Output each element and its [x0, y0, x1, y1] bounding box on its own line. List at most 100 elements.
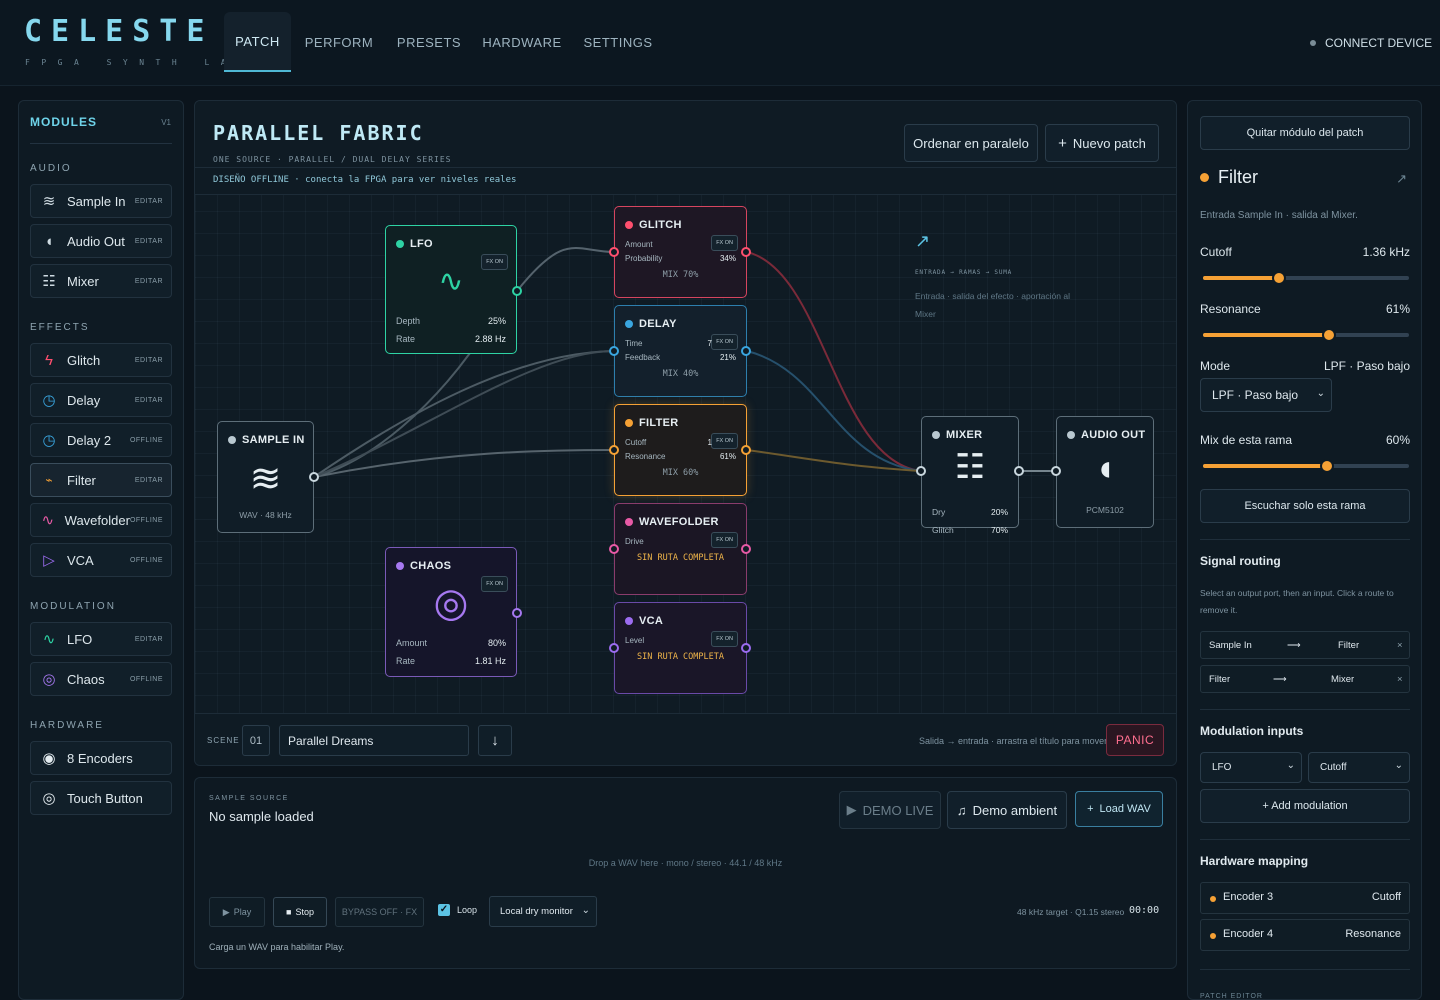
close-icon[interactable]: ×: [1397, 674, 1403, 685]
input-port[interactable]: [609, 643, 619, 653]
load-wav-button[interactable]: + Load WAV: [1075, 791, 1163, 827]
resonance-slider[interactable]: [1203, 328, 1409, 342]
stop-button[interactable]: ■ Stop: [273, 897, 327, 927]
output-port[interactable]: [512, 608, 522, 618]
output-port[interactable]: [512, 286, 522, 296]
sidebar-item-filter[interactable]: ⌁ Filter EDITAR: [30, 463, 172, 497]
param-glitch[interactable]: Glitch 70%: [932, 525, 1008, 535]
branch-mix-slider[interactable]: [1203, 459, 1409, 473]
sidebar-item-lfo[interactable]: ∿ LFO EDITAR: [30, 622, 172, 656]
output-port[interactable]: [741, 247, 751, 257]
delay-node[interactable]: DELAY FX ON Time 7 Feedback 21% MIX 40%: [609, 305, 751, 397]
demo-ambient-button[interactable]: ♫ Demo ambient: [947, 791, 1067, 829]
monitor-select[interactable]: Local dry monitor ⌄: [489, 896, 597, 927]
connect-device-button[interactable]: CONNECT DEVICE: [1310, 34, 1432, 52]
sidebar-item-delay-2[interactable]: ◷ Delay 2 OFFLINE: [30, 423, 172, 457]
wavefolder-node[interactable]: WAVEFOLDER FX ON Drive SIN RUTA COMPLETA: [609, 503, 751, 595]
sample-in-node[interactable]: SAMPLE IN ≋ WAV · 48 kHz: [217, 421, 319, 533]
tab-presets[interactable]: PRESETS: [393, 12, 465, 72]
vca-node[interactable]: VCA FX ON Level SIN RUTA COMPLETA: [609, 602, 751, 694]
node-title[interactable]: MIXER: [932, 429, 982, 441]
remove-module-button[interactable]: Quitar módulo del patch: [1200, 116, 1410, 150]
sidebar-item-sample-in[interactable]: ≋ Sample In EDITAR: [30, 184, 172, 218]
node-title[interactable]: AUDIO OUT: [1067, 429, 1145, 441]
fx-on-badge[interactable]: FX ON: [711, 433, 738, 449]
param-depth[interactable]: Depth 25%: [396, 316, 506, 326]
save-scene-button[interactable]: ↓: [478, 725, 512, 756]
sample-source-panel[interactable]: SAMPLE SOURCE No sample loaded ▶ DEMO LI…: [194, 777, 1177, 969]
param-rate[interactable]: Rate 1.81 Hz: [396, 656, 506, 666]
sidebar-item-8-encoders[interactable]: ◉ 8 Encoders: [30, 741, 172, 775]
new-patch-button[interactable]: + Nuevo patch: [1045, 124, 1159, 162]
route-row[interactable]: Filter ⟶ Mixer ×: [1200, 665, 1410, 693]
tab-settings[interactable]: SETTINGS: [580, 12, 656, 72]
expand-icon[interactable]: ↗: [1396, 171, 1407, 187]
loop-checkbox[interactable]: ✓ Loop: [438, 904, 477, 916]
fx-on-badge[interactable]: FX ON: [711, 235, 738, 251]
input-port[interactable]: [609, 445, 619, 455]
hardware-mapping-row[interactable]: Encoder 3 Cutoff: [1200, 882, 1410, 914]
param-probability[interactable]: Probability 34%: [625, 254, 736, 263]
output-port[interactable]: [741, 445, 751, 455]
param-drive[interactable]: Drive: [625, 537, 736, 546]
node-title[interactable]: CHAOS: [396, 560, 451, 572]
input-port[interactable]: [609, 247, 619, 257]
panic-button[interactable]: PANIC: [1106, 724, 1164, 756]
hardware-mapping-row[interactable]: Encoder 4 Resonance: [1200, 919, 1410, 951]
output-port[interactable]: [741, 643, 751, 653]
param-amount[interactable]: Amount: [625, 240, 706, 249]
scene-number-field[interactable]: 01: [242, 725, 270, 756]
order-parallel-button[interactable]: Ordenar en paralelo: [904, 124, 1038, 162]
output-port[interactable]: [741, 346, 751, 356]
tab-patch[interactable]: PATCH: [224, 12, 291, 72]
output-port[interactable]: [1014, 466, 1024, 476]
tab-perform[interactable]: PERFORM: [303, 12, 375, 72]
param-level[interactable]: Level: [625, 636, 736, 645]
param-dry[interactable]: Dry 20%: [932, 507, 1008, 517]
node-title[interactable]: FILTER: [625, 417, 678, 429]
patch-canvas[interactable]: PARALLEL FABRIC ONE SOURCE · PARALLEL / …: [194, 100, 1177, 766]
slider-handle[interactable]: [1319, 459, 1334, 473]
add-modulation-button[interactable]: + Add modulation: [1200, 789, 1410, 823]
sidebar-item-delay[interactable]: ◷ Delay EDITAR: [30, 383, 172, 417]
sidebar-item-glitch[interactable]: ϟ Glitch EDITAR: [30, 343, 172, 377]
output-port[interactable]: [309, 472, 319, 482]
modulation-target-select[interactable]: Cutoff ⌄: [1308, 752, 1410, 783]
modulation-source-select[interactable]: LFO ⌄: [1200, 752, 1302, 783]
node-title[interactable]: SAMPLE IN: [228, 434, 305, 446]
sidebar-item-mixer[interactable]: ☷ Mixer EDITAR: [30, 264, 172, 298]
chaos-node[interactable]: CHAOS FX ON ◎ Amount 80% Rate 1.81 Hz: [385, 547, 522, 677]
slider-handle[interactable]: [1272, 271, 1287, 285]
scene-name-input[interactable]: Parallel Dreams: [279, 725, 469, 756]
solo-branch-button[interactable]: Escuchar solo esta rama: [1200, 489, 1410, 523]
node-title[interactable]: VCA: [625, 615, 663, 627]
tab-hardware[interactable]: HARDWARE: [482, 12, 562, 72]
param-time[interactable]: Time 7: [625, 339, 712, 348]
slider-handle[interactable]: [1321, 328, 1336, 342]
sidebar-item-touch-button[interactable]: ◎ Touch Button: [30, 781, 172, 815]
param-cutoff[interactable]: Cutoff 1: [625, 438, 712, 447]
param-resonance[interactable]: Resonance 61%: [625, 452, 736, 461]
mode-select[interactable]: LPF · Paso bajo ⌄: [1200, 378, 1332, 412]
node-title[interactable]: DELAY: [625, 318, 677, 330]
play-button[interactable]: ▶ Play: [209, 897, 265, 927]
param-rate[interactable]: Rate 2.88 Hz: [396, 334, 506, 344]
cutoff-slider[interactable]: [1203, 271, 1409, 285]
node-title[interactable]: GLITCH: [625, 219, 682, 231]
sidebar-item-chaos[interactable]: ◎ Chaos OFFLINE: [30, 662, 172, 696]
close-icon[interactable]: ×: [1397, 640, 1403, 651]
audio-out-node[interactable]: AUDIO OUT ◖ PCM5102: [1051, 416, 1154, 528]
input-port[interactable]: [916, 466, 926, 476]
bypass-button[interactable]: BYPASS OFF · FX: [335, 897, 424, 927]
sidebar-item-audio-out[interactable]: ◖ Audio Out EDITAR: [30, 224, 172, 258]
drop-zone-hint[interactable]: Drop a WAV here · mono / stereo · 44.1 /…: [195, 858, 1176, 868]
mixer-node[interactable]: MIXER ☷ Dry 20% Glitch 70%: [916, 416, 1024, 535]
fx-on-badge[interactable]: FX ON: [711, 334, 738, 350]
input-port[interactable]: [1051, 466, 1061, 476]
demo-live-button[interactable]: ▶ DEMO LIVE: [839, 791, 941, 829]
output-port[interactable]: [741, 544, 751, 554]
sidebar-item-vca[interactable]: ▷ VCA OFFLINE: [30, 543, 172, 577]
input-port[interactable]: [609, 346, 619, 356]
glitch-node[interactable]: GLITCH FX ON Amount Probability 34% MIX 7…: [609, 206, 751, 298]
filter-node[interactable]: FILTER FX ON Cutoff 1 Resonance 61% MIX 60…: [609, 404, 751, 496]
